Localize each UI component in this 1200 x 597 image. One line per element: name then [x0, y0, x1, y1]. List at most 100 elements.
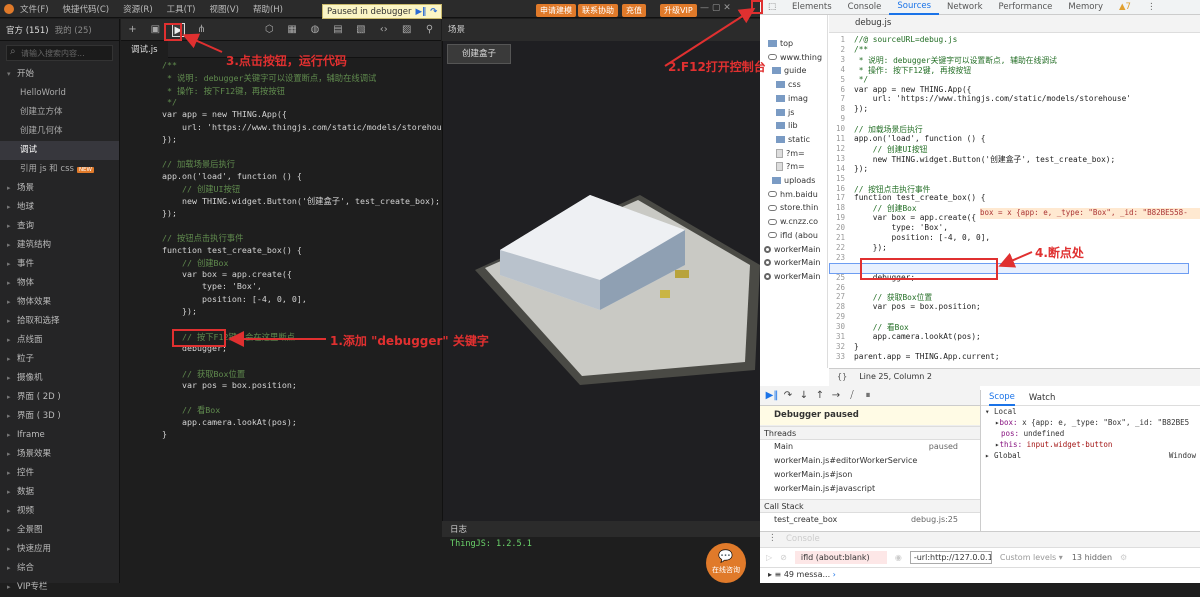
add-icon[interactable]: + [126, 23, 139, 37]
console-filter-input[interactable]: -url:http://127.0.0.1/ [909, 551, 992, 564]
tab-sources[interactable]: Sources [889, 0, 940, 15]
nav-item[interactable]: ifld (abou [768, 229, 818, 242]
image-icon[interactable]: ▨ [400, 23, 413, 37]
callstack-frame[interactable]: test_create_box debug.js:25 [760, 513, 980, 527]
create-box-button[interactable]: 创建盒子 [447, 44, 511, 64]
thread-row[interactable]: workerMain.js#editorWorkerService [760, 454, 980, 468]
line-number[interactable]: 1 [829, 35, 845, 44]
apply-modeling-button[interactable]: 申请建模 [536, 4, 576, 17]
tree-item-selected[interactable]: 调试 [0, 141, 119, 160]
nav-item[interactable]: css [776, 78, 801, 91]
thread-row[interactable]: Main paused [760, 440, 980, 454]
line-number[interactable]: 11 [829, 134, 845, 143]
pretty-print-icon[interactable]: {} [837, 372, 847, 381]
model-icon[interactable]: ▦ [286, 23, 299, 37]
tree-group[interactable]: ▸ 界面 ( 3D ) [0, 407, 119, 426]
recharge-button[interactable]: 充值 [622, 4, 646, 17]
code-icon[interactable]: ‹› [377, 23, 390, 37]
contact-help-button[interactable]: 联系协助 [578, 4, 618, 17]
tree-group[interactable]: ▸ 摄像机 [0, 369, 119, 388]
tree-group[interactable]: ▸ 地球 [0, 198, 119, 217]
share-icon[interactable]: ⋔ [195, 23, 208, 37]
link-icon[interactable]: ⚲ [423, 23, 436, 37]
clear-console-icon[interactable]: ⊘ [780, 553, 787, 562]
thread-row[interactable]: workerMain.js#javascript [760, 482, 980, 496]
warning-count[interactable]: ▲7 [1111, 2, 1139, 12]
callstack-header[interactable]: Call Stack [760, 499, 980, 513]
nav-item[interactable]: hm.baidu [768, 188, 818, 201]
tree-group[interactable]: ▸ Iframe [0, 426, 119, 445]
nav-item[interactable]: guide [772, 64, 806, 77]
scope-global[interactable]: ▸ Global Window [981, 450, 1200, 461]
line-number[interactable]: 5 [829, 75, 845, 84]
line-number[interactable]: 20 [829, 223, 845, 232]
cube-icon[interactable]: ⬡ [263, 23, 276, 37]
tree-group[interactable]: ▸ 控件 [0, 464, 119, 483]
line-number[interactable]: 19 [829, 213, 845, 222]
nav-item[interactable]: lib [776, 119, 798, 132]
line-number[interactable]: 28 [829, 302, 845, 311]
scope-local[interactable]: ▾ Local [981, 406, 1200, 417]
nav-item[interactable]: uploads [772, 174, 815, 187]
tree-group[interactable]: ▸ 视频 [0, 502, 119, 521]
scope-var[interactable]: ▸box: x {app: e, _type: "Box", _id: "B82… [981, 417, 1200, 428]
line-number[interactable]: 14 [829, 164, 845, 173]
tree-group[interactable]: ▸ 物体 [0, 274, 119, 293]
line-number[interactable]: 12 [829, 144, 845, 153]
menu-resources[interactable]: 资源(R) [123, 3, 153, 15]
tree-group[interactable]: ▸ VIP专栏 [0, 578, 119, 597]
line-number[interactable]: 13 [829, 154, 845, 163]
window-controls[interactable]: — ▢ ✕ [700, 3, 731, 13]
line-number[interactable]: 18 [829, 203, 845, 212]
tab-scope[interactable]: Scope [989, 390, 1015, 406]
tree-group[interactable]: ▸ 全景图 [0, 521, 119, 540]
upgrade-vip-button[interactable]: 升级VIP [660, 4, 697, 17]
step-over-icon[interactable]: ↷ [780, 390, 796, 401]
online-help-button[interactable]: 在线咨询 [706, 543, 746, 583]
line-number[interactable]: 23 [829, 253, 845, 262]
nav-item[interactable]: ?m= [776, 160, 805, 173]
resume-icon[interactable]: ▶‖ [415, 7, 426, 17]
line-number[interactable]: 9 [829, 114, 845, 123]
file-tab-debug-js[interactable]: debug.js [855, 18, 891, 28]
scope-var[interactable]: pos: undefined [981, 428, 1200, 439]
tree-item[interactable]: 引用 js 和 css NEW [0, 160, 119, 179]
line-number[interactable]: 8 [829, 104, 845, 113]
line-number[interactable]: 17 [829, 193, 845, 202]
tree-group[interactable]: ▸ 界面 ( 2D ) [0, 388, 119, 407]
tab-official[interactable]: 官方 (151) [6, 24, 49, 36]
chart-icon[interactable]: ▤ [332, 23, 345, 37]
nav-item[interactable]: top [768, 37, 793, 50]
line-number[interactable]: 31 [829, 332, 845, 341]
nav-item[interactable]: ?m= [776, 147, 805, 160]
line-number[interactable]: 22 [829, 243, 845, 252]
tree-group[interactable]: ▸ 场景 [0, 179, 119, 198]
tree-item[interactable]: HelloWorld [0, 84, 119, 103]
line-number[interactable]: 29 [829, 312, 845, 321]
step-out-icon[interactable]: ↑ [812, 390, 828, 401]
tree-group[interactable]: ▸ 综合 [0, 559, 119, 578]
settings-icon[interactable]: ⚙ [1120, 553, 1127, 562]
nav-item[interactable]: js [776, 106, 794, 119]
console-tab[interactable]: Console [760, 532, 1200, 548]
line-number[interactable]: 3 [829, 55, 845, 64]
tree-group[interactable]: ▸ 快速应用 [0, 540, 119, 559]
eye-icon[interactable]: ◉ [895, 553, 902, 562]
line-number[interactable]: 32 [829, 342, 845, 351]
sidebar-toggle-icon[interactable]: ▷ [766, 553, 772, 562]
nav-item[interactable]: w.cnzz.co [768, 215, 818, 228]
tree-group[interactable]: ▸ 粒子 [0, 350, 119, 369]
tree-group[interactable]: ▸ 拾取和选择 [0, 312, 119, 331]
nav-item[interactable]: www.thing [768, 51, 822, 64]
threads-header[interactable]: Threads [760, 426, 980, 440]
sidebar-search-input[interactable]: 请输入搜索内容... [6, 45, 113, 61]
thread-row[interactable]: workerMain.js#json [760, 468, 980, 482]
tree-group[interactable]: ▸ 建筑结构 [0, 236, 119, 255]
tab-elements[interactable]: Elements [784, 2, 840, 12]
menu-view[interactable]: 视图(V) [209, 3, 238, 15]
tree-group[interactable]: ▸ 查询 [0, 217, 119, 236]
more-icon[interactable]: ⋮ [1139, 2, 1164, 12]
line-number[interactable]: 16 [829, 184, 845, 193]
deactivate-breakpoints-icon[interactable]: ⧸ [844, 390, 860, 401]
line-number[interactable]: 33 [829, 352, 845, 361]
